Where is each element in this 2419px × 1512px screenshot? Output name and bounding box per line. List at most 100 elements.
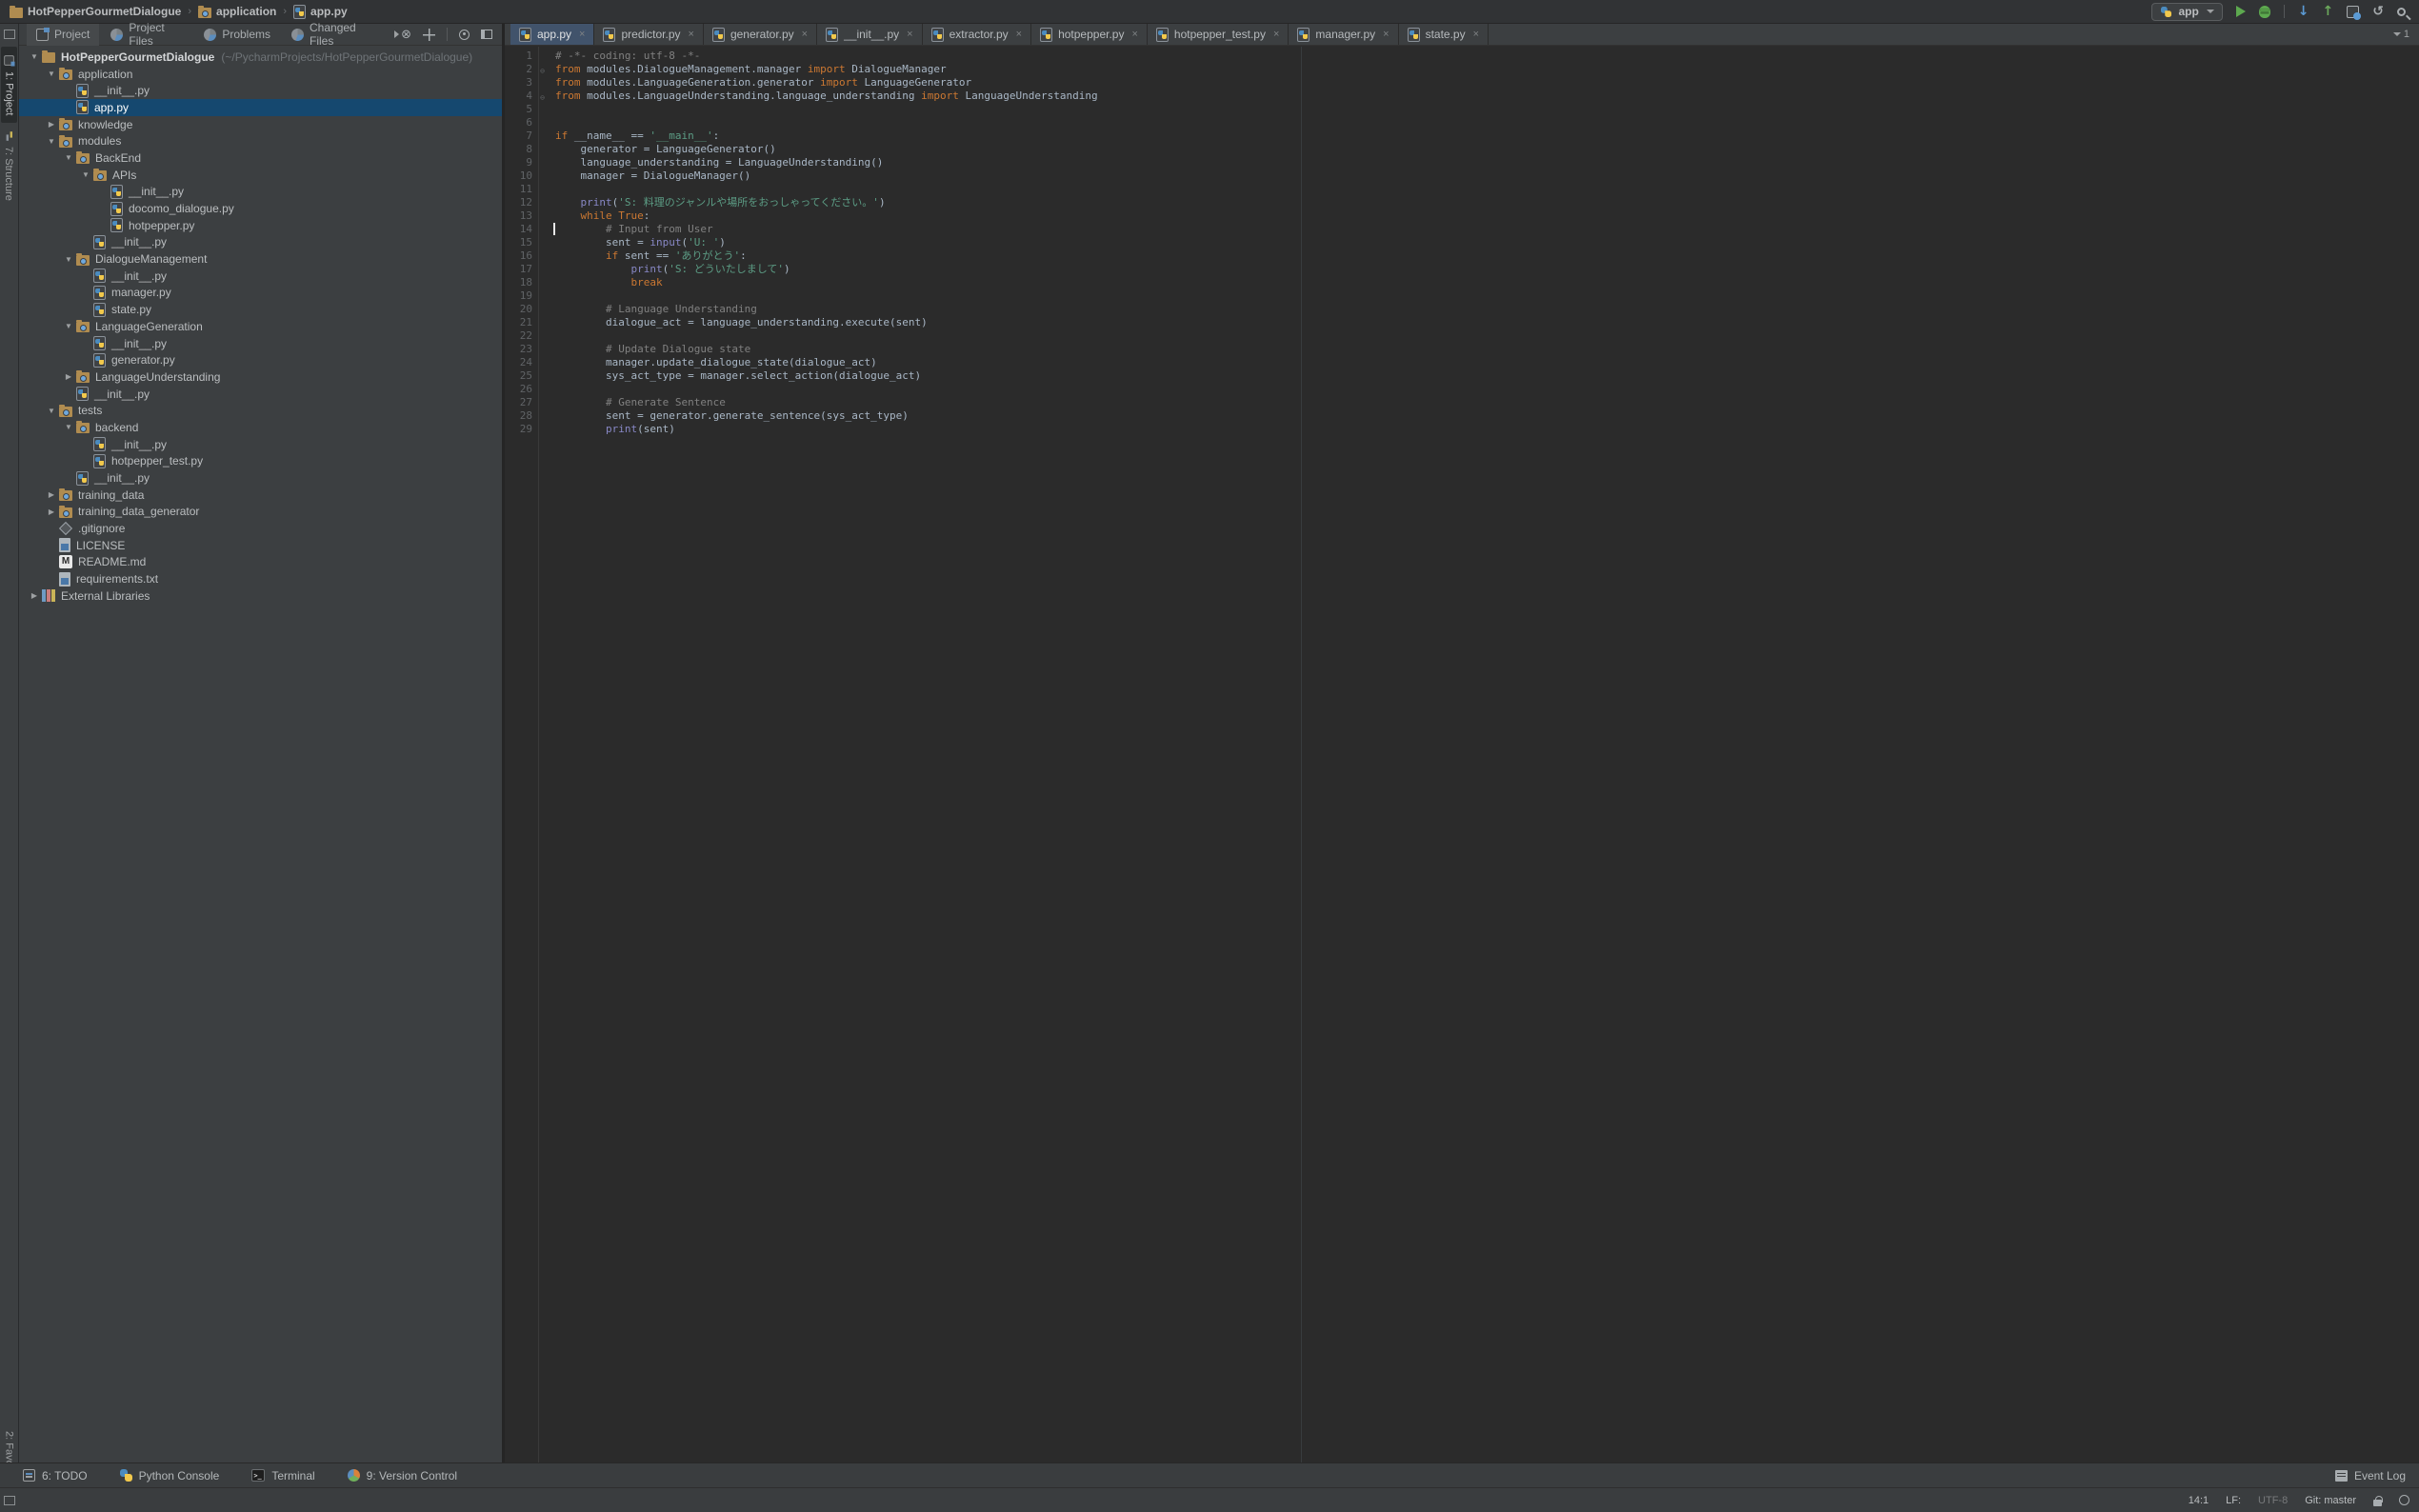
chevron-expanded-icon[interactable]: ▼	[61, 153, 76, 162]
close-tab-icon[interactable]: ×	[1383, 29, 1389, 40]
editor-tab-hotpepper-py[interactable]: hotpepper.py×	[1031, 24, 1148, 45]
lock-icon[interactable]	[2373, 1500, 2382, 1506]
tree-item[interactable]: ▼LanguageGeneration	[19, 318, 502, 335]
tree-item[interactable]: ▼APIs	[19, 167, 502, 184]
close-tab-icon[interactable]: ×	[1473, 29, 1479, 40]
vcs-commit-button[interactable]: ↑	[2323, 5, 2334, 18]
editor-tab-manager-py[interactable]: manager.py×	[1289, 24, 1398, 45]
tree-item[interactable]: ▶knowledge	[19, 116, 502, 133]
status-item[interactable]: LF:	[2226, 1495, 2241, 1506]
tree-item[interactable]: LICENSE	[19, 537, 502, 554]
tree-item[interactable]: ▼BackEnd	[19, 149, 502, 167]
tree-item[interactable]: ▶training_data_generator	[19, 504, 502, 521]
tree-item[interactable]: ▶training_data	[19, 487, 502, 504]
chevron-expanded-icon[interactable]: ▼	[44, 70, 59, 78]
code-area[interactable]: # -*- coding: utf-8 -*-from modules.Dial…	[539, 47, 2419, 1462]
tree-item[interactable]: hotpepper_test.py	[19, 453, 502, 470]
tree-item[interactable]: __init__.py	[19, 436, 502, 453]
tree-item[interactable]: README.md	[19, 554, 502, 571]
highlighting-level-icon[interactable]	[2399, 1495, 2409, 1505]
tree-item[interactable]: ▶External Libraries	[19, 587, 502, 605]
close-tab-icon[interactable]: ×	[1016, 29, 1022, 40]
chevron-collapsed-icon[interactable]: ▶	[44, 507, 59, 516]
close-tab-icon[interactable]: ×	[1273, 29, 1279, 40]
breadcrumb-item[interactable]: application	[198, 5, 276, 18]
tree-item[interactable]: .gitignore	[19, 520, 502, 537]
rollback-button[interactable]: ↺	[2372, 5, 2384, 18]
close-tab-icon[interactable]: ×	[579, 29, 585, 40]
close-tab-icon[interactable]: ×	[689, 29, 694, 40]
editor-tab-app-py[interactable]: app.py×	[510, 24, 594, 45]
debug-button[interactable]	[2259, 6, 2270, 18]
stripe-button-structure[interactable]: 7: Structure	[1, 123, 16, 209]
panel-tab-problems[interactable]: Problems	[194, 24, 280, 46]
tree-item[interactable]: ▼application	[19, 66, 502, 83]
close-tab-icon[interactable]: ×	[1131, 29, 1137, 40]
collapse-all-button[interactable]: ⊗	[401, 29, 411, 41]
status-item[interactable]: Git: master	[2305, 1495, 2356, 1506]
editor-tab-extractor-py[interactable]: extractor.py×	[923, 24, 1031, 45]
tree-item[interactable]: requirements.txt	[19, 570, 502, 587]
tree-item[interactable]: __init__.py	[19, 268, 502, 285]
editor-tab-state-py[interactable]: state.py×	[1399, 24, 1489, 45]
chevron-expanded-icon[interactable]: ▼	[61, 322, 76, 330]
tree-item[interactable]: state.py	[19, 301, 502, 318]
tree-item[interactable]: ▼backend	[19, 419, 502, 436]
panel-tab-project-files[interactable]: Project Files	[101, 24, 192, 46]
status-item[interactable]: 14:1	[2189, 1495, 2209, 1506]
run-configuration-select[interactable]: app	[2151, 3, 2222, 21]
editor-tab-predictor-py[interactable]: predictor.py×	[594, 24, 703, 45]
panel-tab-project[interactable]: Project	[27, 24, 99, 46]
toggle-stripes-icon[interactable]	[4, 1496, 15, 1505]
tree-item[interactable]: __init__.py	[19, 386, 502, 403]
chevron-expanded-icon[interactable]: ▼	[61, 423, 76, 431]
editor-body[interactable]: 12⊖34⊖5678910111213141516171819202122232…	[505, 47, 2419, 1462]
tree-item[interactable]: generator.py	[19, 351, 502, 368]
tool-window-button-6-todo[interactable]: 6: TODO	[23, 1469, 88, 1482]
tree-item[interactable]: ▼HotPepperGourmetDialogue(~/PycharmProje…	[19, 49, 502, 66]
tree-item[interactable]: __init__.py	[19, 469, 502, 487]
chevron-expanded-icon[interactable]: ▼	[44, 407, 59, 415]
tree-item[interactable]: __init__.py	[19, 335, 502, 352]
chevron-collapsed-icon[interactable]: ▶	[44, 120, 59, 129]
tool-window-button-python-console[interactable]: Python Console	[120, 1469, 220, 1482]
chevron-collapsed-icon[interactable]: ▶	[44, 490, 59, 499]
tree-item[interactable]: app.py	[19, 99, 502, 116]
tree-item[interactable]: __init__.py	[19, 184, 502, 201]
tabs-scroll-right-icon[interactable]	[394, 30, 399, 38]
tool-window-button-event-log[interactable]: Event Log	[2335, 1469, 2406, 1482]
tree-item[interactable]: ▼modules	[19, 132, 502, 149]
tree-item[interactable]: __init__.py	[19, 234, 502, 251]
hide-panel-button[interactable]	[481, 30, 492, 39]
stripe-button-project[interactable]: 1: Project	[1, 47, 17, 123]
run-button[interactable]	[2236, 6, 2246, 17]
tree-item[interactable]: __init__.py	[19, 82, 502, 99]
chevron-expanded-icon[interactable]: ▼	[27, 52, 42, 61]
tool-window-button-9-version-control[interactable]: 9: Version Control	[348, 1469, 457, 1482]
stripe-mode-icon[interactable]	[4, 30, 15, 39]
tree-item[interactable]: docomo_dialogue.py	[19, 200, 502, 217]
tree-item[interactable]: ▼DialogueManagement	[19, 250, 502, 268]
close-tab-icon[interactable]: ×	[802, 29, 808, 40]
hidden-tabs-indicator[interactable]: 1	[2391, 24, 2419, 45]
search-everywhere-button[interactable]	[2397, 8, 2406, 16]
chevron-collapsed-icon[interactable]: ▶	[61, 372, 76, 381]
tree-item[interactable]: hotpepper.py	[19, 217, 502, 234]
chevron-expanded-icon[interactable]: ▼	[78, 170, 93, 179]
editor-tab-hotpepper_test-py[interactable]: hotpepper_test.py×	[1148, 24, 1289, 45]
tree-item[interactable]: ▼tests	[19, 402, 502, 419]
editor-tab-generator-py[interactable]: generator.py×	[704, 24, 817, 45]
editor-tab-__init__-py[interactable]: __init__.py×	[817, 24, 922, 45]
vcs-update-button[interactable]: ↓	[2298, 5, 2309, 18]
settings-gear-button[interactable]	[459, 30, 470, 40]
tool-window-button-terminal[interactable]: Terminal	[251, 1469, 314, 1482]
recent-changes-button[interactable]	[2347, 6, 2359, 18]
breadcrumb-item[interactable]: HotPepperGourmetDialogue	[10, 5, 181, 18]
tree-item[interactable]: manager.py	[19, 285, 502, 302]
close-tab-icon[interactable]: ×	[907, 29, 912, 40]
panel-tab-changed-files[interactable]: Changed Files	[282, 24, 383, 46]
status-item[interactable]: UTF-8	[2258, 1495, 2288, 1506]
breadcrumb-item[interactable]: app.py	[293, 5, 348, 19]
locate-file-button[interactable]	[423, 29, 435, 41]
chevron-expanded-icon[interactable]: ▼	[61, 255, 76, 264]
